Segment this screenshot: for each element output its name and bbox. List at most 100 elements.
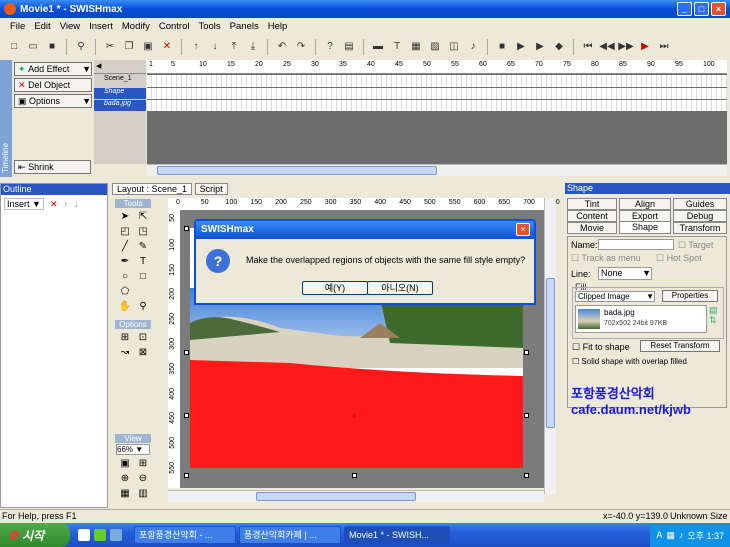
- new-file-icon[interactable]: □: [6, 39, 22, 55]
- no-button[interactable]: 아니오(N): [367, 281, 433, 295]
- timeline-row-image[interactable]: bada.jpg: [94, 100, 146, 111]
- marker-icon[interactable]: ▶: [637, 39, 653, 55]
- redo-icon[interactable]: ↷: [293, 39, 309, 55]
- autoshape-tool-icon[interactable]: ⬠: [116, 284, 134, 299]
- reset-transform-button[interactable]: Reset Transform: [640, 340, 720, 352]
- move-down-icon[interactable]: ↓: [207, 39, 223, 55]
- timeline-track-shape[interactable]: [147, 88, 727, 99]
- pen-tool-icon[interactable]: ✒: [116, 254, 134, 269]
- save-icon[interactable]: ■: [44, 39, 60, 55]
- menu-file[interactable]: File: [10, 21, 25, 32]
- insert-text-icon[interactable]: T: [389, 39, 405, 55]
- image-preview[interactable]: bada.jpg 702x502 24bit 97KB: [575, 305, 707, 333]
- layout-h-thumb[interactable]: [256, 492, 416, 501]
- menu-help[interactable]: Help: [268, 21, 288, 32]
- timeline-track-image[interactable]: [147, 100, 727, 111]
- play-icon[interactable]: ▶: [513, 39, 529, 55]
- properties-button[interactable]: Properties: [662, 290, 718, 302]
- tab-align[interactable]: Align: [619, 198, 671, 210]
- send-back-icon[interactable]: ⤓: [245, 39, 261, 55]
- shrink-button[interactable]: ⇤ Shrink: [14, 160, 91, 174]
- open-folder-icon[interactable]: ▭: [25, 39, 41, 55]
- tab-shape[interactable]: Shape: [619, 221, 671, 234]
- layout-v-scrollbar[interactable]: [544, 198, 556, 494]
- cut-icon[interactable]: ✂: [102, 39, 118, 55]
- target-checkbox[interactable]: ☐ Target: [678, 240, 713, 251]
- guides-view-icon[interactable]: ▥: [134, 486, 152, 501]
- timeline-row-shape[interactable]: Shape: [94, 88, 146, 99]
- quicklaunch-desktop-icon[interactable]: [78, 529, 90, 541]
- menu-edit[interactable]: Edit: [34, 21, 50, 32]
- outline-down-icon[interactable]: ↓: [74, 199, 79, 209]
- zoom-out-icon[interactable]: ⊖: [134, 471, 152, 486]
- hand-tool-icon[interactable]: ✋: [116, 299, 134, 314]
- quicklaunch-ie-icon[interactable]: [110, 529, 122, 541]
- grid-view-icon[interactable]: ▦: [116, 486, 134, 501]
- snap-guides-icon[interactable]: ⊡: [134, 330, 152, 345]
- outline-up-icon[interactable]: ↑: [63, 199, 68, 209]
- maximize-button[interactable]: □: [694, 2, 709, 16]
- yes-button[interactable]: 예(Y): [302, 281, 368, 295]
- reshape-tool-icon[interactable]: ◳: [134, 224, 152, 239]
- ellipse-tool-icon[interactable]: ○: [116, 269, 134, 284]
- fill-type-select[interactable]: Clipped Image ▼: [575, 291, 655, 302]
- track-as-menu-checkbox[interactable]: ☐ Track as menu: [571, 253, 641, 264]
- fit-to-shape-checkbox[interactable]: ☐ Fit to shape: [572, 342, 630, 353]
- find-icon[interactable]: ⚲: [73, 39, 89, 55]
- zoom-in-icon[interactable]: ⊕: [116, 471, 134, 486]
- layout-v-thumb[interactable]: [546, 278, 555, 428]
- stop-icon[interactable]: ■: [494, 39, 510, 55]
- undo-icon[interactable]: ↶: [274, 39, 290, 55]
- rectangle-tool-icon[interactable]: □: [134, 269, 152, 284]
- tray-volume-icon[interactable]: ♪: [679, 530, 684, 540]
- tray-network-icon[interactable]: ▦: [666, 530, 675, 541]
- menu-modify[interactable]: Modify: [122, 21, 150, 32]
- menu-tools[interactable]: Tools: [198, 21, 220, 32]
- zoom-tool-icon[interactable]: ⚲: [134, 299, 152, 314]
- timeline-scroll-thumb[interactable]: [157, 166, 437, 175]
- view-fit-icon[interactable]: ▣: [116, 456, 134, 471]
- tab-script[interactable]: Script: [194, 183, 228, 195]
- options-button[interactable]: ▣ Options ▼: [14, 94, 92, 108]
- del-object-button[interactable]: ✕ Del Object: [14, 78, 92, 92]
- timeline-h-scrollbar[interactable]: [147, 164, 727, 176]
- view-actual-icon[interactable]: ⊞: [134, 456, 152, 471]
- solid-shape-checkbox[interactable]: ☐ Solid shape with overlap filled: [572, 357, 687, 366]
- start-button[interactable]: ✿ 시작: [0, 523, 70, 547]
- insert-button-icon[interactable]: ▦: [408, 39, 424, 55]
- timeline-vertical-tab[interactable]: Timeline: [0, 60, 12, 177]
- last-frame-icon[interactable]: ⏭: [656, 39, 672, 55]
- move-up-icon[interactable]: ↑: [188, 39, 204, 55]
- snap-grid-icon[interactable]: ⊞: [116, 330, 134, 345]
- dialog-close-button[interactable]: ×: [516, 223, 530, 236]
- menu-panels[interactable]: Panels: [230, 21, 259, 32]
- delete-icon[interactable]: ✕: [159, 39, 175, 55]
- add-effect-button[interactable]: ✦ Add Effect ▼: [14, 62, 92, 76]
- tab-tint[interactable]: Tint: [567, 198, 617, 210]
- insert-sprite-icon[interactable]: ◫: [446, 39, 462, 55]
- select-tool-icon[interactable]: ➤: [116, 209, 134, 224]
- name-input[interactable]: [598, 239, 674, 250]
- task-item-1[interactable]: 포항풍경산악회 - ...: [134, 526, 236, 544]
- tab-movie[interactable]: Movie: [567, 222, 617, 234]
- task-item-3[interactable]: Movie1 * - SWISH...: [344, 526, 450, 544]
- line-style-select[interactable]: None ▼: [598, 267, 652, 280]
- quicklaunch-media-icon[interactable]: [94, 529, 106, 541]
- timeline-frame-ruler[interactable]: 1 5 10 15 20 25 30 35 40 45 50 55 60 65 70 75 80 85 90 95 10…: [147, 60, 727, 74]
- insert-image-icon[interactable]: ▨: [427, 39, 443, 55]
- prev-frame-icon[interactable]: ◀◀: [599, 39, 615, 55]
- bring-front-icon[interactable]: ⤒: [226, 39, 242, 55]
- menu-view[interactable]: View: [60, 21, 80, 32]
- subselect-tool-icon[interactable]: ⇱: [134, 209, 152, 224]
- hot-spot-checkbox[interactable]: ☐ Hot Spot: [656, 253, 702, 264]
- close-button[interactable]: ×: [711, 2, 726, 16]
- help-icon[interactable]: ?: [322, 39, 338, 55]
- outline-delete-icon[interactable]: ✕: [50, 199, 58, 210]
- play-timeline-icon[interactable]: ◆: [551, 39, 567, 55]
- insert-scene-icon[interactable]: ▬: [370, 39, 386, 55]
- tab-debug[interactable]: Debug: [673, 210, 727, 222]
- smooth-icon[interactable]: ⊠: [134, 345, 152, 360]
- insert-sound-icon[interactable]: ♪: [465, 39, 481, 55]
- timeline-row-scene[interactable]: Scene_1: [94, 75, 146, 87]
- menu-insert[interactable]: Insert: [89, 21, 113, 32]
